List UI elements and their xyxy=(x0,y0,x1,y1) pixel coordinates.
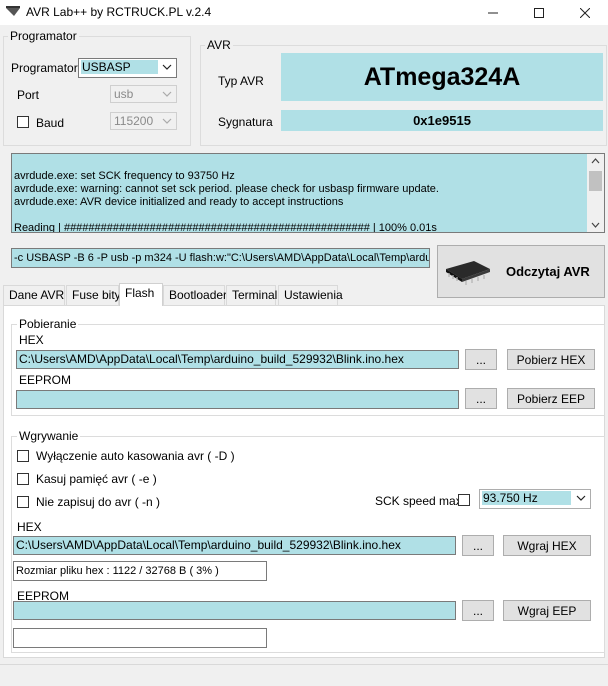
download-eeprom-label: EEPROM xyxy=(19,373,72,387)
sck-speed-label: SCK speed max xyxy=(375,494,462,508)
minimize-icon xyxy=(488,12,498,13)
disable-auto-erase-label: Wyłączenie auto kasowania avr ( -D ) xyxy=(36,449,235,463)
port-select[interactable]: usb xyxy=(110,85,177,103)
sck-speed-value: 93.750 Hz xyxy=(482,491,571,505)
avr-group-title: AVR xyxy=(205,38,233,52)
programmer-select[interactable]: USBASP xyxy=(78,58,177,78)
download-hex-label: HEX xyxy=(19,333,44,347)
eeprom-file-size xyxy=(13,628,267,648)
download-hex-button[interactable]: Pobierz HEX xyxy=(507,349,595,370)
tab-bootloader[interactable]: Bootloader xyxy=(163,285,227,305)
console-line: avrdude.exe: warning: cannot set sck per… xyxy=(14,183,439,195)
upload-hex-button[interactable]: Wgraj HEX xyxy=(503,535,591,556)
status-bar xyxy=(0,664,608,686)
upload-hex-browse-button[interactable]: ... xyxy=(462,535,494,556)
avr-type-value: ATmega324A xyxy=(281,53,603,101)
upload-eeprom-button[interactable]: Wgraj EEP xyxy=(503,600,591,621)
download-hex-path[interactable]: C:\Users\AMD\AppData\Local\Temp\arduino_… xyxy=(16,350,459,369)
chevron-down-icon xyxy=(591,222,600,228)
minimize-button[interactable] xyxy=(470,0,516,25)
chevron-down-icon xyxy=(162,64,172,70)
signature-value: 0x1e9515 xyxy=(281,110,603,131)
programmer-group-title: Programator xyxy=(8,29,79,43)
hex-file-size: Rozmiar pliku hex : 1122 / 32768 B ( 3% … xyxy=(13,561,267,581)
close-button[interactable] xyxy=(562,0,608,25)
scrollbar-thumb[interactable] xyxy=(589,171,602,191)
console-scrollbar[interactable] xyxy=(587,154,604,232)
sck-speed-checkbox[interactable] xyxy=(458,494,470,506)
chevron-down-icon xyxy=(162,91,172,97)
port-label: Port xyxy=(17,88,40,102)
erase-memory-label: Kasuj pamięć avr ( -e ) xyxy=(36,472,157,486)
upload-group-title: Wgrywanie xyxy=(17,429,81,443)
chevron-up-icon xyxy=(591,158,600,164)
upload-hex-path[interactable]: C:\Users\AMD\AppData\Local\Temp\arduino_… xyxy=(13,536,456,555)
programmer-label: Programator xyxy=(11,61,78,75)
console-line: avrdude.exe: AVR device initialized and … xyxy=(14,196,344,208)
port-select-value: usb xyxy=(114,87,134,101)
no-write-label: Nie zapisuj do avr ( -n ) xyxy=(36,495,161,509)
upload-eeprom-browse-button[interactable]: ... xyxy=(462,600,494,621)
console-output[interactable]: avrdude.exe: set SCK frequency to 93750 … xyxy=(11,153,605,233)
read-avr-button[interactable]: Odczytaj AVR xyxy=(437,245,605,298)
download-group-title: Pobieranie xyxy=(17,317,79,331)
maximize-button[interactable] xyxy=(516,0,562,25)
tab-fuse-bity[interactable]: Fuse bity xyxy=(66,285,121,305)
chevron-down-icon xyxy=(576,495,586,501)
download-eeprom-path[interactable] xyxy=(16,390,459,409)
console-line: Reading | ##############################… xyxy=(14,222,437,233)
maximize-icon xyxy=(534,7,544,18)
upload-hex-label: HEX xyxy=(17,520,42,534)
read-avr-label: Odczytaj AVR xyxy=(506,264,590,279)
baud-checkbox[interactable] xyxy=(17,116,29,128)
chip-icon xyxy=(446,260,490,285)
baud-label: Baud xyxy=(36,116,65,130)
app-icon xyxy=(6,6,20,18)
erase-memory-checkbox[interactable] xyxy=(17,473,29,485)
tab-terminal[interactable]: Terminal xyxy=(226,285,277,305)
baud-select-value: 115200 xyxy=(114,114,154,128)
download-hex-browse-button[interactable]: ... xyxy=(465,349,497,370)
tab-ustawienia[interactable]: Ustawienia xyxy=(278,285,343,305)
sck-speed-select[interactable]: 93.750 Hz xyxy=(479,489,591,509)
no-write-checkbox[interactable] xyxy=(17,496,29,508)
signature-label: Sygnatura xyxy=(218,115,273,129)
upload-eeprom-path[interactable] xyxy=(13,601,456,620)
tab-dane-avr[interactable]: Dane AVR xyxy=(3,285,65,305)
baud-select[interactable]: 115200 xyxy=(110,112,177,130)
chevron-down-icon xyxy=(162,118,172,124)
command-line-field[interactable]: -c USBASP -B 6 -P usb -p m324 -U flash:w… xyxy=(11,248,430,268)
close-icon xyxy=(580,7,590,18)
console-line: avrdude.exe: set SCK frequency to 93750 … xyxy=(14,170,235,182)
download-eeprom-button[interactable]: Pobierz EEP xyxy=(507,388,595,409)
avr-type-label: Typ AVR xyxy=(218,74,264,88)
programmer-select-value: USBASP xyxy=(81,60,158,74)
download-eeprom-browse-button[interactable]: ... xyxy=(465,388,497,409)
disable-auto-erase-checkbox[interactable] xyxy=(17,450,29,462)
window-title: AVR Lab++ by RCTRUCK.PL v.2.4 xyxy=(26,5,212,19)
tab-flash[interactable]: Flash xyxy=(119,283,163,306)
